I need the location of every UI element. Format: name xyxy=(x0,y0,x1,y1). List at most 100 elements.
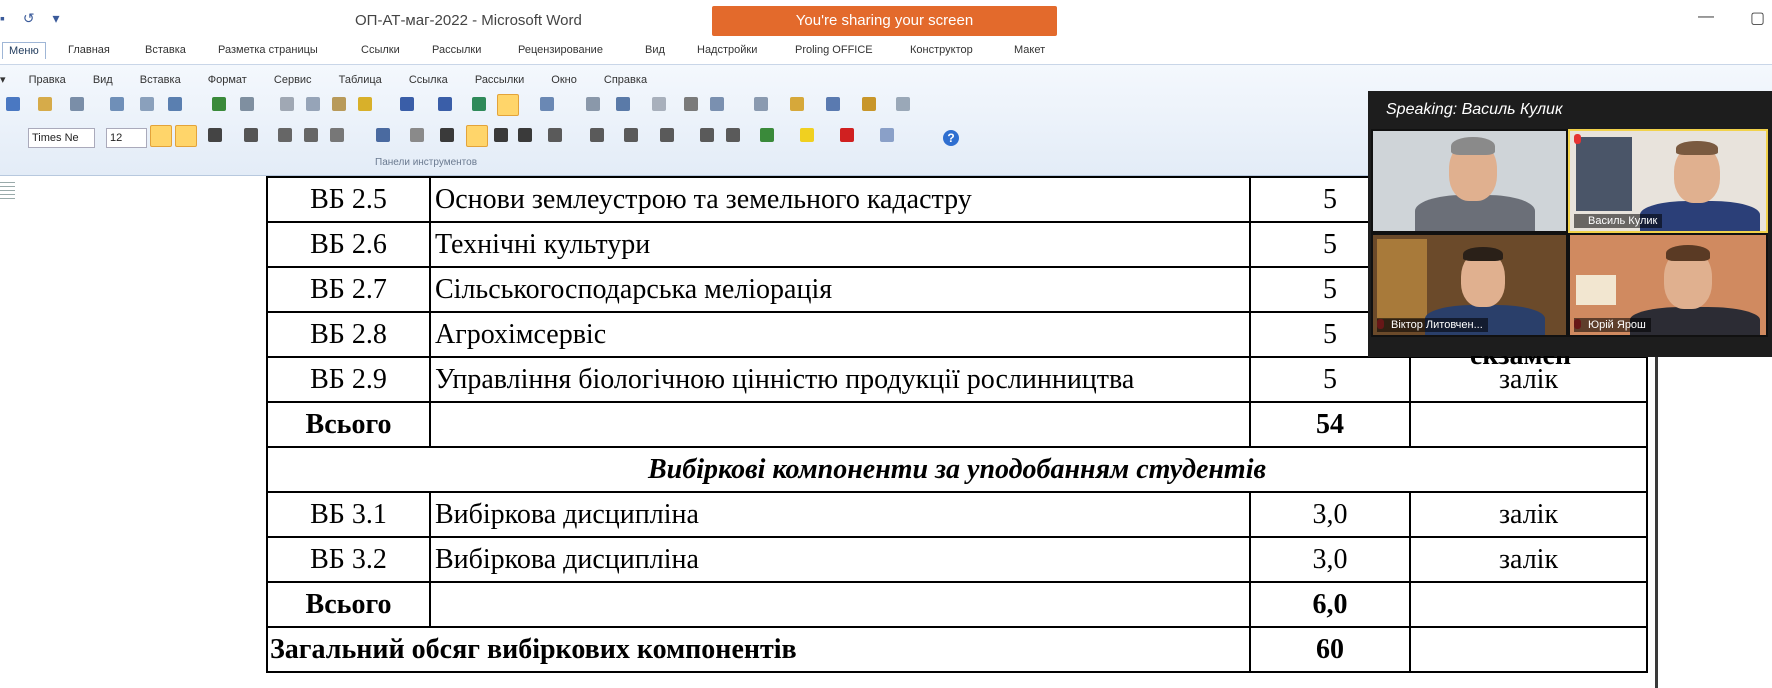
align-center-button[interactable] xyxy=(466,125,488,147)
highlight-icon[interactable] xyxy=(800,128,814,142)
zoom-icon[interactable] xyxy=(710,97,724,111)
underline-icon[interactable] xyxy=(208,128,222,142)
envelope-icon[interactable] xyxy=(826,97,840,111)
menu-item-file[interactable]: ▾ xyxy=(0,73,6,86)
format-painter-icon[interactable] xyxy=(358,97,372,111)
line-spacing-icon[interactable] xyxy=(548,128,562,142)
menu-item-link[interactable]: Ссылка xyxy=(409,74,448,86)
font-size-box[interactable]: 12 xyxy=(106,128,147,148)
discipline-name-cell[interactable]: Сільськогосподарська меліорація xyxy=(429,266,1251,313)
numbering-icon[interactable] xyxy=(590,128,604,142)
menu-item-table[interactable]: Таблица xyxy=(339,74,382,86)
code-cell[interactable]: ВБ 3.2 xyxy=(266,536,431,583)
discipline-name-cell[interactable]: Агрохімсервіс xyxy=(429,311,1251,358)
new-document-icon[interactable] xyxy=(6,97,20,111)
print-preview-icon[interactable] xyxy=(110,97,124,111)
video-call-panel[interactable]: Speaking: Василь Кулик Василь Кулик Вікт… xyxy=(1368,91,1772,357)
participant-tile-2[interactable]: Василь Кулик xyxy=(1568,129,1768,233)
tables-borders-button[interactable] xyxy=(497,94,519,116)
discipline-name-cell[interactable]: Управління біологічною цінністю продукці… xyxy=(429,356,1251,403)
code-cell[interactable]: ВБ 2.7 xyxy=(266,266,431,313)
tab-review[interactable]: Рецензирование xyxy=(518,44,603,56)
paste-icon[interactable] xyxy=(332,97,346,111)
credits-cell[interactable]: 3,0 xyxy=(1249,536,1411,583)
translate-icon[interactable] xyxy=(240,97,254,111)
justify-icon[interactable] xyxy=(518,128,532,142)
grand-total-label-cell[interactable]: Загальний обсяг вибіркових компонентів xyxy=(266,626,1251,673)
tab-proling-office[interactable]: Proling OFFICE xyxy=(795,44,873,56)
document-map-icon[interactable] xyxy=(652,97,666,111)
tab-table-design[interactable]: Конструктор xyxy=(910,44,973,56)
credits-cell[interactable]: 54 xyxy=(1249,401,1411,448)
section-title-cell[interactable]: Вибіркові компоненти за уподобанням студ… xyxy=(266,446,1648,493)
discipline-name-cell[interactable]: Основи землеустрою та земельного кадастр… xyxy=(429,176,1251,223)
help-icon[interactable]: ? xyxy=(943,130,959,146)
change-case-icon[interactable] xyxy=(330,128,344,142)
discipline-name-cell[interactable]: Технічні культури xyxy=(429,221,1251,268)
maximize-icon[interactable]: ▢ xyxy=(1750,8,1765,28)
reading-icon[interactable] xyxy=(754,97,768,111)
menu-item-format[interactable]: Формат xyxy=(208,74,247,86)
drawing-icon[interactable] xyxy=(616,97,630,111)
tab-menu[interactable]: Меню xyxy=(2,42,46,59)
save-icon[interactable]: ▪ xyxy=(0,10,5,26)
menu-item-mailings[interactable]: Рассылки xyxy=(475,74,524,86)
mailbox-icon[interactable] xyxy=(896,97,910,111)
code-cell[interactable]: ВБ 2.5 xyxy=(266,176,431,223)
copy-icon[interactable] xyxy=(306,97,320,111)
credits-cell[interactable]: 6,0 xyxy=(1249,581,1411,628)
discipline-name-cell[interactable]: Вибіркова дисципліна xyxy=(429,491,1251,538)
text-effects-icon[interactable] xyxy=(376,128,390,142)
borders-icon[interactable] xyxy=(760,128,774,142)
mail-merge-icon[interactable] xyxy=(862,97,876,111)
clear-format-icon[interactable] xyxy=(410,128,424,142)
control-form-cell[interactable]: залік xyxy=(1409,536,1648,583)
shading-icon[interactable] xyxy=(880,128,894,142)
screen-share-banner[interactable]: You're sharing your screen xyxy=(712,6,1057,36)
cut-icon[interactable] xyxy=(280,97,294,111)
show-marks-icon[interactable] xyxy=(684,97,698,111)
code-cell[interactable]: ВБ 2.6 xyxy=(266,221,431,268)
decrease-indent-icon[interactable] xyxy=(700,128,714,142)
participant-tile-4[interactable]: Юрій Ярош xyxy=(1568,233,1768,337)
subscript-icon[interactable] xyxy=(278,128,292,142)
menu-item-view[interactable]: Вид xyxy=(93,74,113,86)
tab-addins[interactable]: Надстройки xyxy=(697,44,757,56)
columns-icon[interactable] xyxy=(586,97,600,111)
tab-table-layout[interactable]: Макет xyxy=(1014,44,1045,56)
strikethrough-icon[interactable] xyxy=(244,128,258,142)
menu-item-insert[interactable]: Вставка xyxy=(140,74,181,86)
tab-mailings[interactable]: Рассылки xyxy=(432,44,481,56)
undo-toolbar-icon[interactable] xyxy=(400,97,414,111)
tab-home[interactable]: Главная xyxy=(68,44,110,56)
code-cell[interactable]: Всього xyxy=(266,581,431,628)
customize-qat-icon[interactable]: ▾ xyxy=(52,10,59,26)
superscript-icon[interactable] xyxy=(304,128,318,142)
bullets-icon[interactable] xyxy=(624,128,638,142)
tab-references[interactable]: Ссылки xyxy=(361,44,400,56)
credits-cell[interactable]: 5 xyxy=(1249,356,1411,403)
credits-cell[interactable]: 60 xyxy=(1249,626,1411,673)
align-right-icon[interactable] xyxy=(494,128,508,142)
font-name-box[interactable]: Times Ne xyxy=(28,128,95,148)
control-form-cell[interactable] xyxy=(1409,581,1648,628)
styles-icon[interactable] xyxy=(790,97,804,111)
research-icon[interactable] xyxy=(140,97,154,111)
tab-page-layout[interactable]: Разметка страницы xyxy=(218,44,318,56)
font-color-icon[interactable] xyxy=(840,128,854,142)
increase-indent-icon[interactable] xyxy=(726,128,740,142)
bold-button[interactable] xyxy=(150,125,172,147)
print-icon[interactable] xyxy=(70,97,84,111)
menu-item-help[interactable]: Справка xyxy=(604,74,647,86)
redo-icon[interactable] xyxy=(438,97,452,111)
control-form-cell[interactable]: залік xyxy=(1409,491,1648,538)
discipline-name-cell[interactable]: Вибіркова дисципліна xyxy=(429,536,1251,583)
discipline-name-cell[interactable] xyxy=(429,401,1251,448)
undo-icon[interactable]: ↺ xyxy=(23,10,35,26)
multilevel-list-icon[interactable] xyxy=(660,128,674,142)
credits-cell[interactable]: 3,0 xyxy=(1249,491,1411,538)
minimize-icon[interactable]: — xyxy=(1698,8,1714,26)
code-cell[interactable]: ВБ 3.1 xyxy=(266,491,431,538)
tab-insert[interactable]: Вставка xyxy=(145,44,186,56)
open-icon[interactable] xyxy=(38,97,52,111)
